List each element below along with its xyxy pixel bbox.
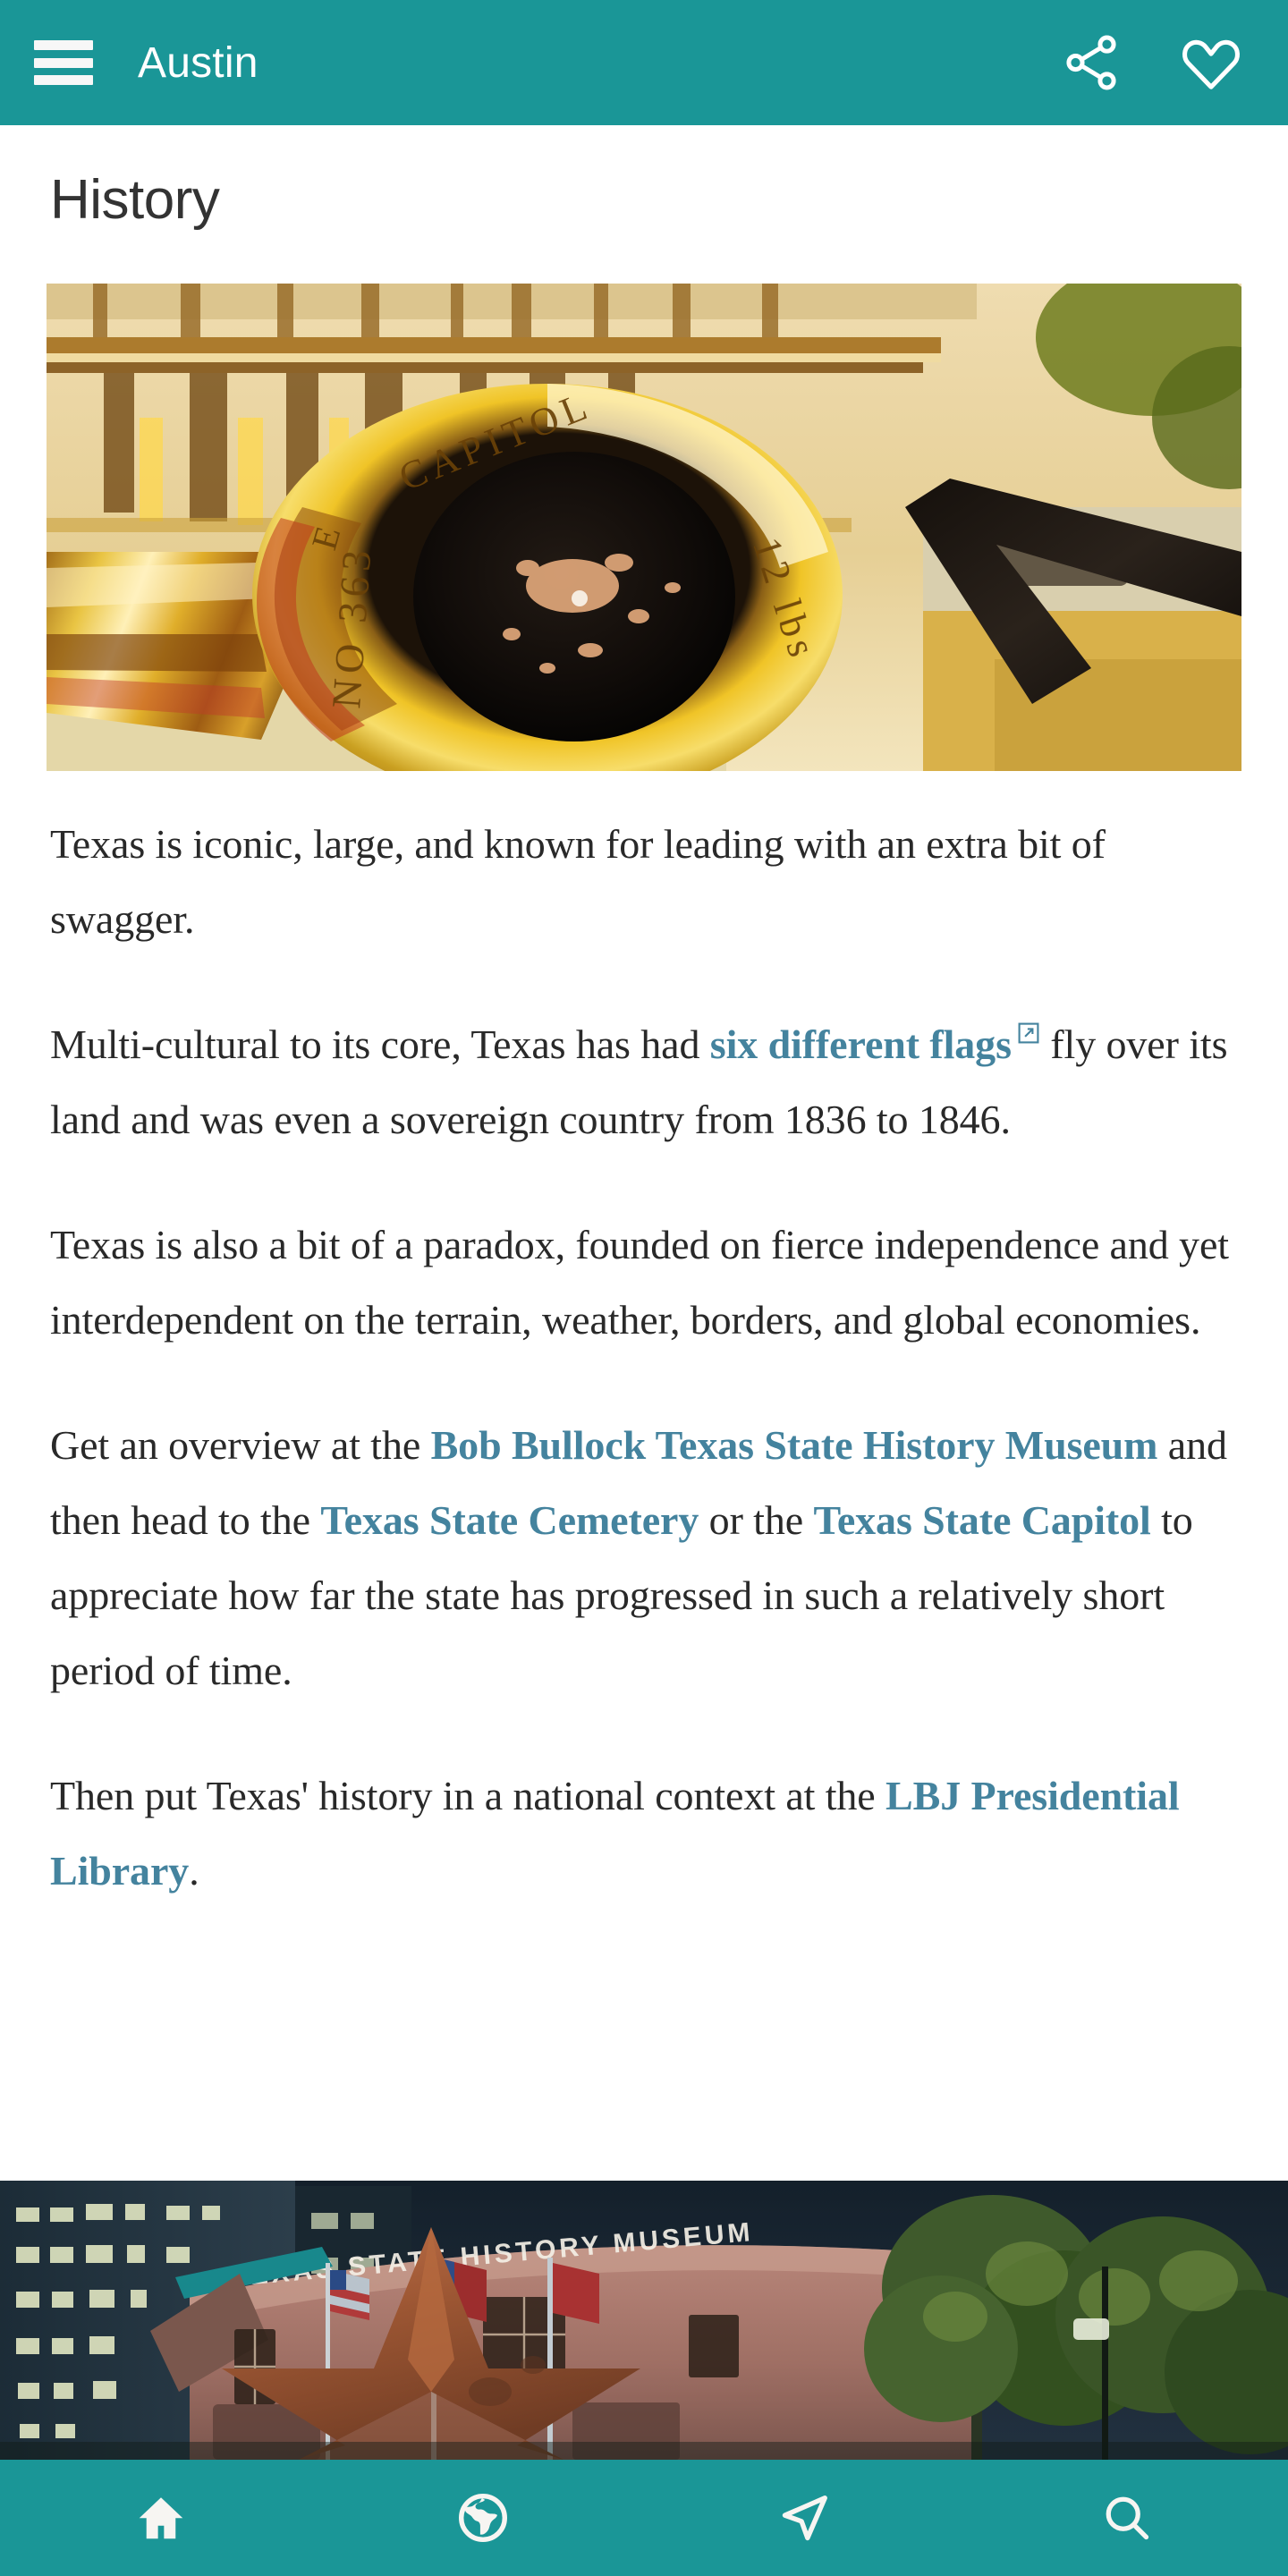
nav-item-search[interactable] [1046, 2460, 1208, 2576]
top-app-bar: Austin [0, 0, 1288, 125]
paragraph-2: Multi-cultural to its core, Texas has ha… [50, 1007, 1238, 1157]
nav-item-explore[interactable] [402, 2460, 564, 2576]
paragraph-text: Get an overview at the [50, 1422, 431, 1468]
hamburger-menu-icon[interactable] [34, 40, 93, 85]
page-title: History [50, 169, 220, 231]
app-root: Austin History CAPITOL E NO 363 12 lbs T… [0, 0, 1288, 2576]
hamburger-bar [34, 75, 93, 85]
paragraph-text: Multi-cultural to its core, Texas has ha… [50, 1021, 710, 1067]
topbar-actions [1057, 29, 1245, 97]
link-texas-state-capitol[interactable]: Texas State Capitol [813, 1497, 1150, 1543]
navigation-arrow-icon [777, 2490, 833, 2546]
nav-item-home[interactable] [80, 2460, 242, 2576]
link-texas-state-cemetery[interactable]: Texas State Cemetery [320, 1497, 699, 1543]
paragraph-text: Then put Texas' history in a national co… [50, 1773, 886, 1818]
bottom-navigation-bar [0, 2460, 1288, 2576]
page-title-bar-label: Austin [138, 38, 258, 87]
share-button[interactable] [1057, 29, 1125, 97]
hamburger-bar [34, 57, 93, 68]
content-scroll-area[interactable]: History CAPITOL E NO 363 12 lbs Texas is… [0, 125, 1288, 2460]
paragraph-text: or the [699, 1497, 814, 1543]
home-icon [133, 2490, 189, 2546]
paragraph-text: . [189, 1848, 199, 1894]
link-bob-bullock-museum[interactable]: Bob Bullock Texas State History Museum [431, 1422, 1158, 1468]
article-body: Texas is iconic, large, and known for le… [0, 807, 1288, 1909]
share-icon [1060, 31, 1123, 94]
nav-item-navigate[interactable] [724, 2460, 886, 2576]
paragraph-1: Texas is iconic, large, and known for le… [50, 807, 1238, 957]
globe-icon [455, 2490, 511, 2546]
paragraph-text: Texas is also a bit of a paradox, founde… [50, 1222, 1229, 1343]
paragraph-text: Texas is iconic, large, and known for le… [50, 821, 1106, 942]
link-six-different-flags[interactable]: six different flags [710, 1021, 1012, 1067]
favorite-button[interactable] [1177, 29, 1245, 97]
paragraph-3: Texas is also a bit of a paradox, founde… [50, 1208, 1238, 1358]
external-link-icon [1017, 1021, 1040, 1045]
paragraph-4: Get an overview at the Bob Bullock Texas… [50, 1408, 1238, 1708]
search-icon [1100, 2491, 1154, 2545]
paragraph-5: Then put Texas' history in a national co… [50, 1758, 1238, 1909]
hero-image: CAPITOL E NO 363 12 lbs [47, 284, 1241, 771]
footer-image: TEXAS STATE HISTORY MUSEUM [0, 2181, 1288, 2460]
hamburger-bar [34, 40, 93, 50]
heart-icon [1177, 29, 1245, 97]
